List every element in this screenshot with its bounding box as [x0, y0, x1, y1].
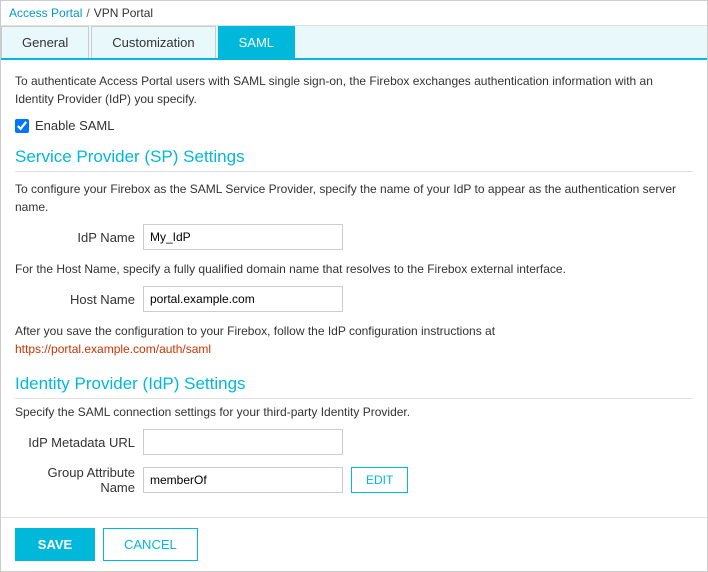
- saml-auth-link[interactable]: https://portal.example.com/auth/saml: [15, 342, 211, 356]
- breadcrumb-separator: /: [86, 6, 89, 20]
- content-area: To authenticate Access Portal users with…: [1, 60, 707, 517]
- tab-general[interactable]: General: [1, 26, 89, 58]
- idp-section: Identity Provider (IdP) Settings Specify…: [15, 374, 693, 495]
- footer: SAVE CANCEL: [1, 517, 707, 571]
- tab-saml[interactable]: SAML: [218, 26, 295, 58]
- tab-bar: General Customization SAML: [1, 26, 707, 60]
- idp-metadata-row: IdP Metadata URL: [15, 429, 693, 455]
- breadcrumb: Access Portal / VPN Portal: [1, 1, 707, 26]
- enable-saml-label: Enable SAML: [35, 118, 115, 133]
- edit-button[interactable]: EDIT: [351, 467, 408, 493]
- group-attr-row: Group Attribute Name EDIT: [15, 465, 693, 495]
- idp-name-label: IdP Name: [15, 230, 135, 245]
- after-save-pre: After you save the configuration to your…: [15, 324, 495, 338]
- idp-metadata-input[interactable]: [143, 429, 343, 455]
- idp-section-title: Identity Provider (IdP) Settings: [15, 374, 693, 399]
- sp-section-title: Service Provider (SP) Settings: [15, 147, 693, 172]
- save-button[interactable]: SAVE: [15, 528, 95, 561]
- host-name-row: Host Name: [15, 286, 693, 312]
- sp-description: To configure your Firebox as the SAML Se…: [15, 180, 693, 216]
- idp-name-input[interactable]: [143, 224, 343, 250]
- group-attr-input[interactable]: [143, 467, 343, 493]
- idp-name-row: IdP Name: [15, 224, 693, 250]
- group-attr-label: Group Attribute Name: [15, 465, 135, 495]
- idp-section-desc: Specify the SAML connection settings for…: [15, 405, 693, 419]
- breadcrumb-current: VPN Portal: [94, 6, 153, 20]
- after-save-text: After you save the configuration to your…: [15, 322, 693, 358]
- saml-top-description: To authenticate Access Portal users with…: [15, 72, 693, 108]
- idp-metadata-label: IdP Metadata URL: [15, 435, 135, 450]
- cancel-button[interactable]: CANCEL: [103, 528, 198, 561]
- enable-saml-checkbox[interactable]: [15, 119, 29, 133]
- breadcrumb-link[interactable]: Access Portal: [9, 6, 82, 20]
- tab-customization[interactable]: Customization: [91, 26, 215, 58]
- enable-saml-row: Enable SAML: [15, 118, 693, 133]
- host-name-label: Host Name: [15, 292, 135, 307]
- host-name-description: For the Host Name, specify a fully quali…: [15, 260, 693, 278]
- main-window: Access Portal / VPN Portal General Custo…: [0, 0, 708, 572]
- host-name-input[interactable]: [143, 286, 343, 312]
